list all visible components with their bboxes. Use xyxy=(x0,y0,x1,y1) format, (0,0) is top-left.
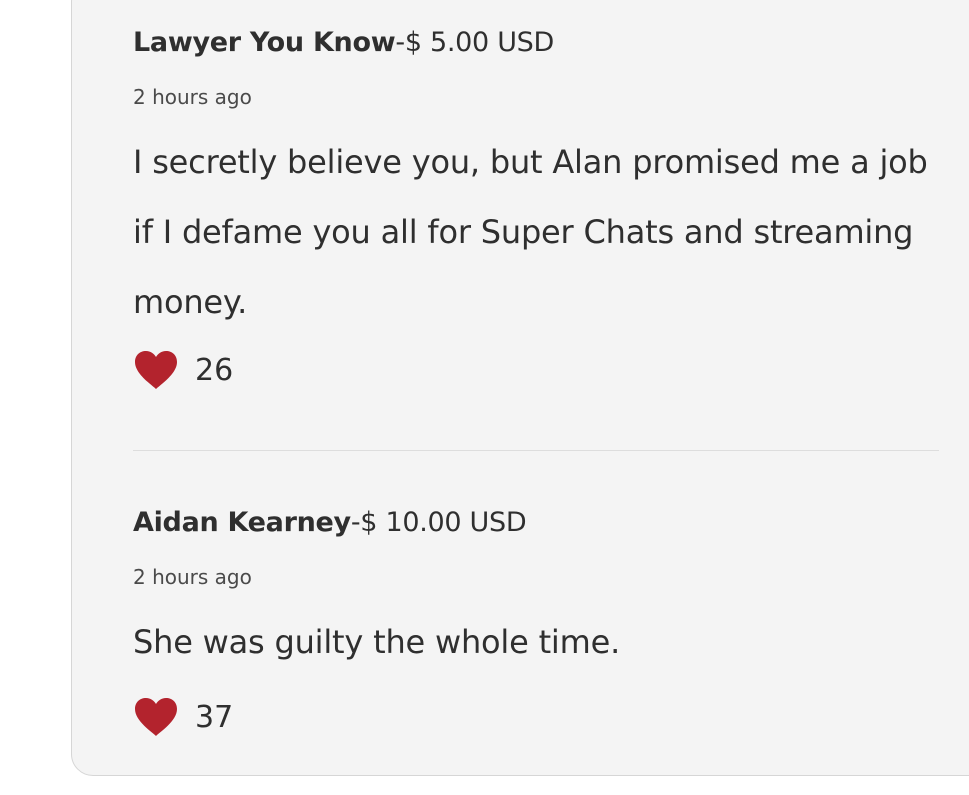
chat-timestamp: 2 hours ago xyxy=(133,565,252,589)
chat-amount: -$ 10.00 USD xyxy=(350,507,527,538)
chat-divider xyxy=(133,450,939,451)
chat-author-line: Lawyer You Know-$ 5.00 USD xyxy=(133,18,939,68)
like-count: 37 xyxy=(195,699,234,735)
heart-icon[interactable] xyxy=(133,697,179,737)
super-chat-item: Lawyer You Know-$ 5.00 USD 2 hours ago I… xyxy=(133,18,939,395)
chat-message: I secretly believe you, but Alan promise… xyxy=(133,143,928,321)
like-row: 37 xyxy=(133,692,939,742)
chat-author-line: Aidan Kearney-$ 10.00 USD xyxy=(133,498,939,548)
like-count: 26 xyxy=(195,352,234,388)
chat-amount: -$ 5.00 USD xyxy=(395,27,554,58)
like-row: 26 xyxy=(133,345,939,395)
chat-author-name[interactable]: Lawyer You Know xyxy=(133,27,396,58)
chat-author-name[interactable]: Aidan Kearney xyxy=(133,507,351,538)
chat-timestamp: 2 hours ago xyxy=(133,85,252,109)
heart-icon[interactable] xyxy=(133,350,179,390)
super-chat-item: Aidan Kearney-$ 10.00 USD 2 hours ago Sh… xyxy=(133,498,939,742)
chat-message: She was guilty the whole time. xyxy=(133,623,621,661)
